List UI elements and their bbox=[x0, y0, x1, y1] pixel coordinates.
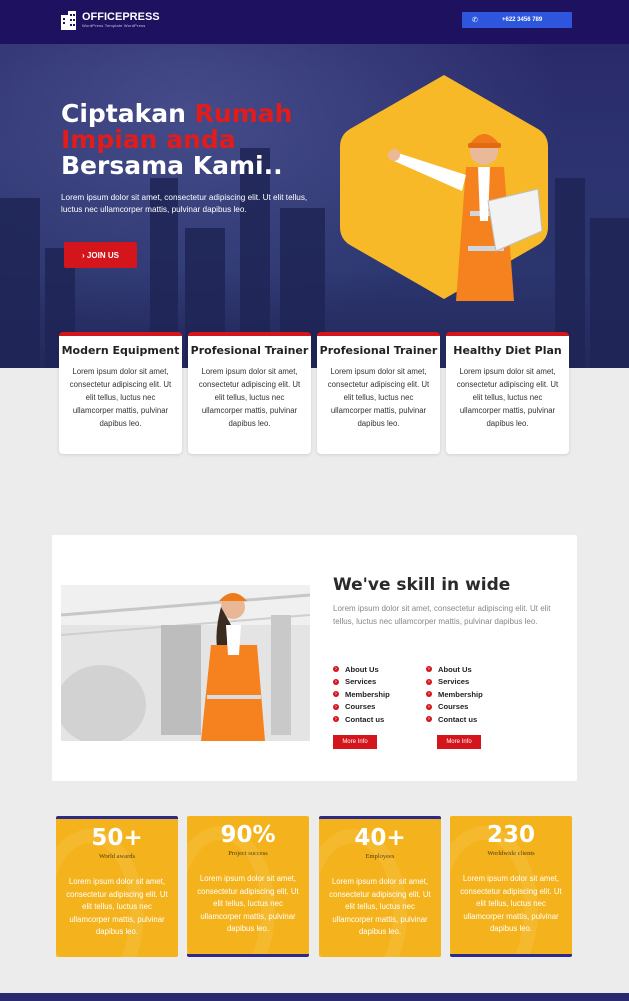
list-item[interactable]: › Contact us bbox=[333, 713, 390, 726]
footer-strip bbox=[0, 993, 629, 1001]
feature-card: Modern Equipment Lorem ipsum dolor sit a… bbox=[59, 332, 182, 454]
feature-text: Lorem ipsum dolor sit amet, consectetur … bbox=[456, 367, 559, 428]
top-bar: OFFICEPRESS WordPress Template WordPress… bbox=[0, 0, 629, 44]
link-list-left: › About Us › Services › Membership › Courses… bbox=[333, 663, 390, 726]
chevron-right-icon: › bbox=[333, 691, 339, 698]
stat-card: 50+ World awards Lorem ipsum dolor sit a… bbox=[56, 816, 178, 957]
join-us-button[interactable]: › JOIN US bbox=[64, 242, 137, 268]
list-item[interactable]: › Services bbox=[426, 676, 483, 689]
more-info-button[interactable]: More Info bbox=[437, 735, 481, 749]
hero-section: Ciptakan Rumah Impian anda Bersama Kami.… bbox=[0, 44, 629, 368]
chevron-right-icon: › bbox=[333, 716, 339, 723]
skill-section: We've skill in wide Lorem ipsum dolor si… bbox=[52, 535, 577, 781]
hero-title: Ciptakan Rumah Impian anda Bersama Kami.… bbox=[61, 99, 293, 180]
list-item[interactable]: › Courses bbox=[426, 701, 483, 714]
feature-title: Healthy Diet Plan bbox=[453, 344, 562, 357]
skill-description: Lorem ipsum dolor sit amet, consectetur … bbox=[333, 604, 551, 626]
feature-title: Profesional Trainer bbox=[319, 344, 438, 357]
list-item[interactable]: › About Us bbox=[333, 663, 390, 676]
hero-hexagon-image bbox=[340, 75, 548, 301]
list-item[interactable]: › Contact us bbox=[426, 713, 483, 726]
skill-title: We've skill in wide bbox=[333, 575, 511, 595]
feature-text: Lorem ipsum dolor sit amet, consectetur … bbox=[69, 367, 172, 428]
chevron-right-icon: › bbox=[426, 691, 432, 698]
feature-card: Healthy Diet Plan Lorem ipsum dolor sit … bbox=[446, 332, 569, 454]
chevron-right-icon: › bbox=[426, 678, 432, 685]
list-item[interactable]: › Courses bbox=[333, 701, 390, 714]
list-item[interactable]: › Membership bbox=[426, 688, 483, 701]
hero-description: Lorem ipsum dolor sit amet, consectetur … bbox=[61, 193, 308, 214]
chevron-right-icon: › bbox=[426, 703, 432, 710]
chevron-right-icon: › bbox=[426, 666, 432, 673]
chevron-right-icon: › bbox=[426, 716, 432, 723]
feature-card: Profesional Trainer Lorem ipsum dolor si… bbox=[317, 332, 440, 454]
building-icon bbox=[61, 11, 76, 30]
list-item[interactable]: › Services bbox=[333, 676, 390, 689]
stat-card: 230 Worldwide clients Lorem ipsum dolor … bbox=[450, 816, 572, 957]
logo[interactable]: OFFICEPRESS WordPress Template WordPress bbox=[60, 9, 160, 31]
chevron-right-icon: › bbox=[333, 678, 339, 685]
stat-card: 40+ Employees Lorem ipsum dolor sit amet… bbox=[319, 816, 441, 957]
worker-photo bbox=[61, 585, 310, 741]
feature-title: Modern Equipment bbox=[61, 344, 180, 357]
list-item[interactable]: › About Us bbox=[426, 663, 483, 676]
brand-name: OFFICEPRESS bbox=[82, 11, 160, 23]
phone-icon: ✆ bbox=[472, 17, 478, 24]
feature-title: Profesional Trainer bbox=[190, 344, 309, 357]
stat-card: 90% Project success Lorem ipsum dolor si… bbox=[187, 816, 309, 957]
chevron-right-icon: › bbox=[333, 666, 339, 673]
phone-number: +622 3456 789 bbox=[502, 17, 543, 23]
link-list-right: › About Us › Services › Membership › Courses… bbox=[426, 663, 483, 726]
feature-card: Profesional Trainer Lorem ipsum dolor si… bbox=[188, 332, 311, 454]
phone-button[interactable]: ✆ +622 3456 789 bbox=[462, 12, 572, 28]
chevron-right-icon: › bbox=[333, 703, 339, 710]
brand-tagline: WordPress Template WordPress bbox=[82, 23, 146, 28]
feature-text: Lorem ipsum dolor sit amet, consectetur … bbox=[327, 367, 430, 428]
more-info-button[interactable]: More Info bbox=[333, 735, 377, 749]
list-item[interactable]: › Membership bbox=[333, 688, 390, 701]
feature-text: Lorem ipsum dolor sit amet, consectetur … bbox=[198, 367, 301, 428]
